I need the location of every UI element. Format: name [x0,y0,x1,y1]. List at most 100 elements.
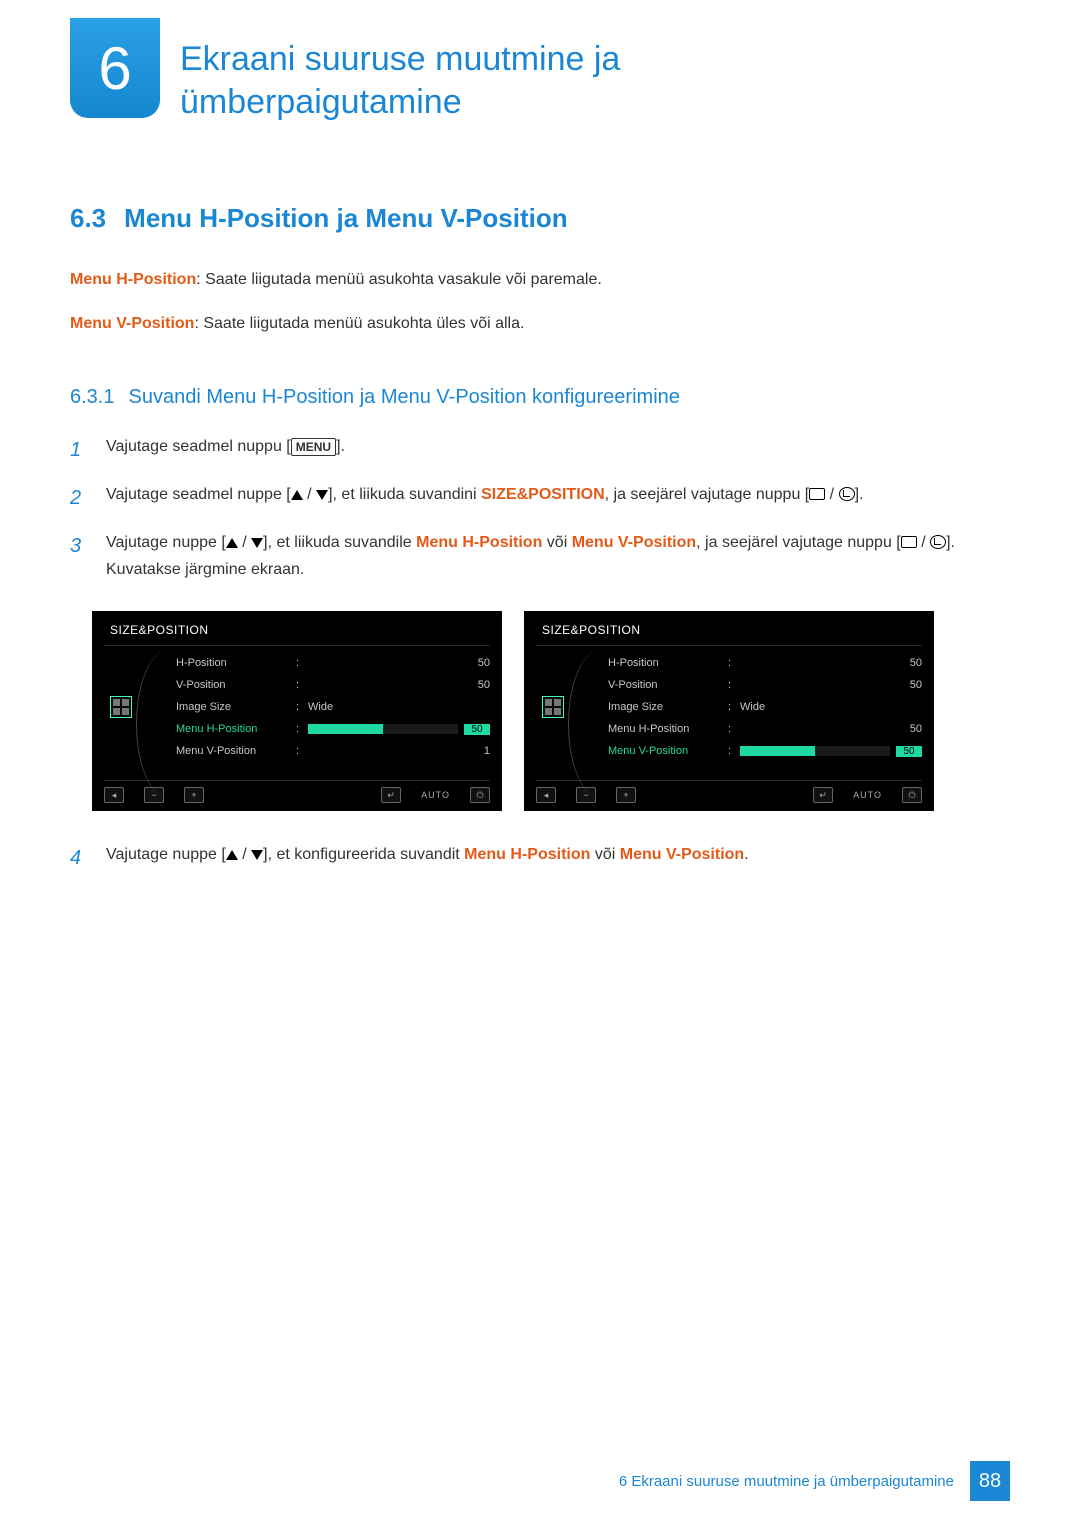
footer-chapter-title: 6 Ekraani suuruse muutmine ja ümberpaigu… [619,1473,954,1490]
osd-panel-left: SIZE&POSITION H-Position:50 V-Position:5… [92,611,502,811]
left-icon: ◂ [536,787,556,803]
osd-item-image-size: Image Size:Wide [176,696,490,718]
step-number: 4 [70,841,92,875]
value: Wide [308,701,368,713]
step-number: 2 [70,481,92,515]
osd-item-menu-h-position: Menu H-Position:50 [608,718,922,740]
osd-title: SIZE&POSITION [104,621,490,645]
value: 50 [896,746,922,757]
subsection-heading: 6.3.1Suvandi Menu H-Position ja Menu V-P… [70,386,1010,409]
label: V-Position [176,679,296,691]
menu-v-label: Menu V-Position [572,534,696,551]
step-text: Vajutage seadmel nuppu [MENU]. [106,433,345,467]
value: 50 [430,657,490,669]
section-number: 6.3 [70,203,106,233]
osd-item-menu-v-position: Menu V-Position:1 [176,740,490,762]
osd-item-h-position: H-Position:50 [608,652,922,674]
enter-icon [839,487,855,501]
osd-title: SIZE&POSITION [536,621,922,645]
section-title: Menu H-Position ja Menu V-Position [124,203,567,233]
slider-bar [740,746,890,756]
label: Menu H-Position [608,723,728,735]
osd-item-image-size: Image Size:Wide [608,696,922,718]
term-menu-v: Menu V-Position [70,315,194,332]
value: 50 [430,679,490,691]
auto-label: AUTO [421,790,450,800]
triangle-up-icon [291,490,303,500]
osd-category-icon [536,652,570,762]
minus-icon: − [144,787,164,803]
power-icon: ⏻ [902,787,922,803]
value: 1 [430,745,490,757]
menu-button-icon: MENU [291,438,336,456]
term-menu-h-desc: : Saate liigutada menüü asukohta vasakul… [196,271,602,288]
text: , ja seejärel vajutage nuppu [ [696,534,901,551]
text: , ja seejärel vajutage nuppu [ [605,486,810,503]
page-footer: 6 Ekraani suuruse muutmine ja ümberpaigu… [619,1461,1010,1501]
label: Menu V-Position [176,745,296,757]
osd-category-icon [104,652,138,762]
triangle-up-icon [226,538,238,548]
label: Image Size [176,701,296,713]
steps-list-cont: 4 Vajutage nuppe [ / ], et konfigureerid… [70,841,1010,875]
step-text: Vajutage nuppe [ / ], et konfigureerida … [106,841,749,875]
slider-bar [308,724,458,734]
osd-button-bar: ◂ − + ↵ AUTO ⏻ [104,780,490,803]
text: Vajutage nuppe [ [106,534,226,551]
definition-v: Menu V-Position: Saate liigutada menüü a… [70,312,1010,336]
value: 50 [464,724,490,735]
chapter-title: Ekraani suuruse muutmine ja ümberpaiguta… [180,38,830,123]
plus-icon: + [616,787,636,803]
auto-label: AUTO [853,790,882,800]
steps-list: 1 Vajutage seadmel nuppu [MENU]. 2 Vajut… [70,433,1010,583]
step-2: 2 Vajutage seadmel nuppe [ / ], et liiku… [70,481,1010,515]
source-icon [809,488,825,500]
osd-item-v-position: V-Position:50 [176,674,490,696]
osd-item-menu-v-position: Menu V-Position:50 [608,740,922,762]
menu-h-label: Menu H-Position [464,846,590,863]
step-text: Vajutage seadmel nuppe [ / ], et liikuda… [106,481,863,515]
triangle-down-icon [251,850,263,860]
chapter-header: 6 Ekraani suuruse muutmine ja ümberpaigu… [70,0,1010,123]
osd-item-v-position: V-Position:50 [608,674,922,696]
text: ], et konfigureerida suvandit [263,846,464,863]
plus-icon: + [184,787,204,803]
step-text: Vajutage nuppe [ / ], et liikuda suvandi… [106,529,1010,583]
value: Wide [740,701,800,713]
enter-icon: ↵ [813,787,833,803]
page-number: 88 [970,1461,1010,1501]
osd-button-bar: ◂ − + ↵ AUTO ⏻ [536,780,922,803]
minus-icon: − [576,787,596,803]
step-number: 3 [70,529,92,583]
osd-item-menu-h-position: Menu H-Position:50 [176,718,490,740]
step-3: 3 Vajutage nuppe [ / ], et liikuda suvan… [70,529,1010,583]
text: Vajutage seadmel nuppe [ [106,486,291,503]
definition-h: Menu H-Position: Saate liigutada menüü a… [70,268,1010,292]
text: või [542,534,571,551]
label: Menu H-Position [176,723,296,735]
term-menu-h: Menu H-Position [70,271,196,288]
power-icon: ⏻ [470,787,490,803]
menu-h-label: Menu H-Position [416,534,542,551]
subsection-number: 6.3.1 [70,386,114,408]
left-icon: ◂ [104,787,124,803]
step-number: 1 [70,433,92,467]
label: H-Position [608,657,728,669]
term-menu-v-desc: : Saate liigutada menüü asukohta üles võ… [194,315,524,332]
enter-icon [930,535,946,549]
text: või [590,846,619,863]
source-icon [901,536,917,548]
value: 50 [862,679,922,691]
text: ], et liikuda suvandile [263,534,416,551]
value: 50 [862,723,922,735]
label: Image Size [608,701,728,713]
chapter-number-badge: 6 [70,18,160,118]
osd-panel-right: SIZE&POSITION H-Position:50 V-Position:5… [524,611,934,811]
step-1: 1 Vajutage seadmel nuppu [MENU]. [70,433,1010,467]
text: Vajutage seadmel nuppu [ [106,438,291,455]
size-position-label: SIZE&POSITION [481,486,605,503]
osd-item-h-position: H-Position:50 [176,652,490,674]
label: Menu V-Position [608,745,728,757]
grid-icon [542,696,564,718]
grid-icon [110,696,132,718]
